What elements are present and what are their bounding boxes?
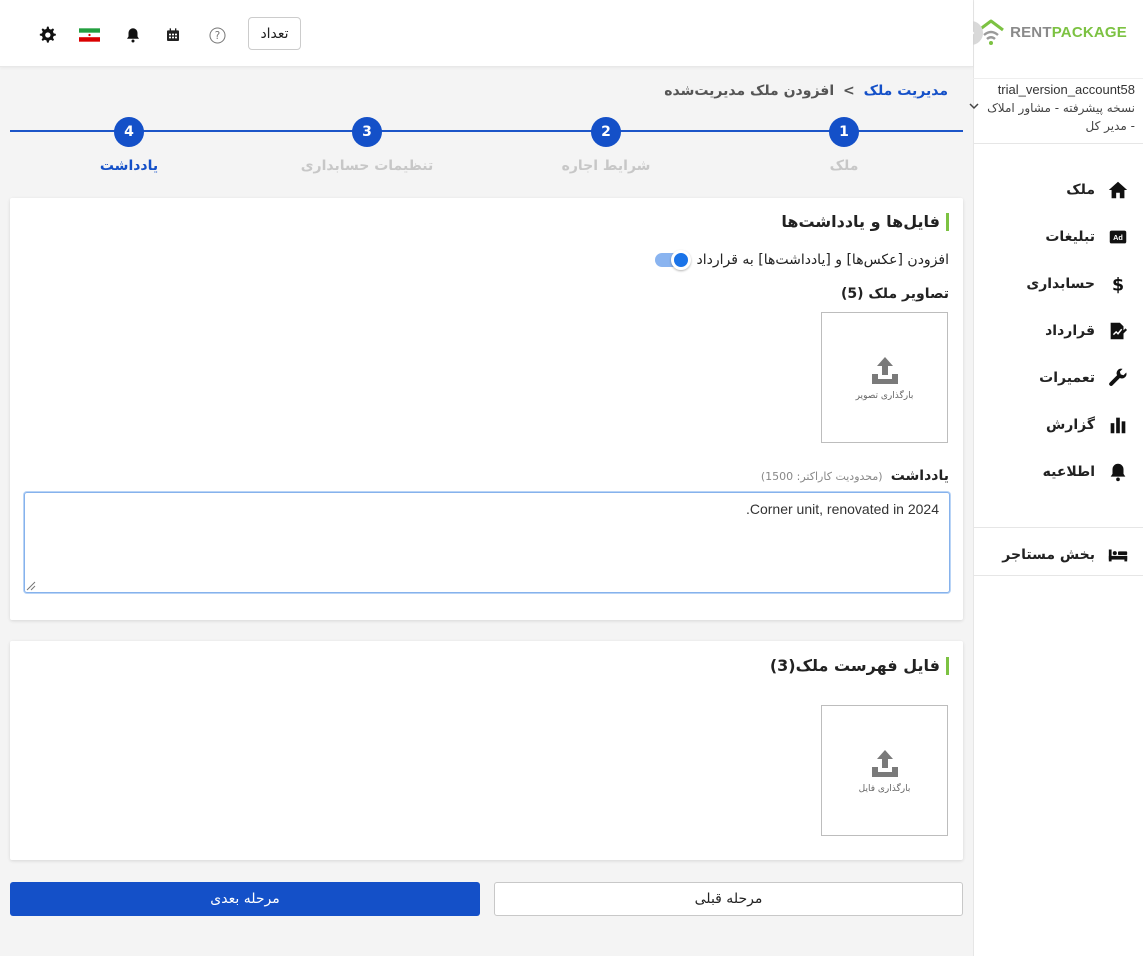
sidebar-item-report[interactable]: گزارش — [973, 401, 1143, 448]
next-step-button[interactable]: مرحله بعدی — [10, 882, 480, 916]
upload-image-button[interactable]: بارگذاری تصویر — [821, 312, 948, 443]
calendar-icon — [167, 28, 179, 41]
wrench-icon — [1109, 368, 1127, 386]
sidebar: RENTPACKAGE trial_version_account58 نسخه… — [959, 0, 1143, 956]
step-1-label: ملک — [829, 158, 859, 174]
files-notes-card: فایل‌ها و یادداشت‌ها افزودن [عکس‌ها] و [… — [10, 198, 963, 620]
step-1-circle[interactable]: 1 — [829, 117, 859, 147]
sidebar-item-label: اطلاعیه — [1042, 463, 1095, 480]
sidebar-item-label: بخش مستاجر — [1002, 546, 1095, 563]
settings-button[interactable] — [36, 24, 58, 46]
bell-icon — [1110, 463, 1126, 481]
sidebar-item-repairs[interactable]: تعمیرات — [973, 354, 1143, 401]
svg-text:Ad: Ad — [1113, 233, 1123, 242]
step-3-circle[interactable]: 3 — [352, 117, 382, 147]
sidebar-item-contract[interactable]: قرارداد — [973, 307, 1143, 354]
step-3-label: تنظیمات حسابداری — [300, 158, 434, 174]
dollar-icon: $ — [1112, 275, 1124, 295]
attach-to-contract-row: افزودن [عکس‌ها] و [یادداشت‌ها] به قراردا… — [654, 250, 950, 270]
attach-to-contract-label: افزودن [عکس‌ها] و [یادداشت‌ها] به قراردا… — [696, 252, 950, 268]
sidebar-tenant-section[interactable]: بخش مستاجر — [973, 531, 1143, 576]
sidebar-item-ads[interactable]: Ad تبلیغات — [973, 213, 1143, 260]
svg-text:$: $ — [1112, 275, 1124, 295]
breadcrumb: مدیریت ملک > افزودن ملک مدیریت‌شده — [664, 83, 948, 99]
upload-icon — [871, 749, 898, 777]
upload-file-label: بارگذاری فایل — [858, 783, 911, 794]
sidebar-item-accounting[interactable]: $ حسابداری — [973, 260, 1143, 307]
sidebar-divider — [973, 527, 1143, 528]
calendar-button[interactable] — [162, 24, 184, 46]
chart-icon — [1110, 417, 1126, 433]
logo-text-rent: RENT — [1010, 23, 1052, 41]
note-char-limit-hint: (محدودیت کاراکتر: 1500) — [760, 470, 883, 483]
count-button[interactable]: تعداد — [248, 17, 301, 50]
gear-icon — [39, 26, 56, 43]
attach-to-contract-toggle[interactable] — [654, 250, 691, 270]
sidebar-item-label: قرارداد — [1045, 322, 1095, 339]
files-notes-title: فایل‌ها و یادداشت‌ها — [781, 213, 949, 231]
top-header: ? تعداد — [0, 0, 973, 67]
breadcrumb-current: افزودن ملک مدیریت‌شده — [664, 83, 835, 99]
sidebar-item-tenant[interactable]: بخش مستاجر — [973, 531, 1143, 578]
contract-icon — [1110, 322, 1128, 339]
iran-flag-icon — [78, 28, 100, 42]
note-label-row: یادداشت (محدودیت کاراکتر: 1500) — [761, 468, 949, 484]
step-4-circle[interactable]: 4 — [114, 117, 144, 147]
toggle-knob — [670, 250, 691, 270]
account-role: نسخه پیشرفته - مشاور املاک - مدیر کل — [987, 101, 1135, 133]
upload-file-button[interactable]: بارگذاری فایل — [821, 705, 948, 836]
note-label: یادداشت — [890, 468, 949, 484]
sidebar-item-label: تعمیرات — [1039, 369, 1095, 386]
sidebar-item-label: ملک — [1066, 181, 1095, 198]
sidebar-item-property[interactable]: ملک — [973, 166, 1143, 213]
sidebar-nav: ملک Ad تبلیغات $ حسابداری قرارداد تعمیرا… — [973, 166, 1143, 495]
help-button[interactable]: ? — [206, 24, 228, 46]
bell-icon — [127, 28, 139, 43]
logo-text-package: PACKAGE — [1051, 23, 1127, 41]
sidebar-item-label: گزارش — [1045, 416, 1095, 433]
breadcrumb-parent-link[interactable]: مدیریت ملک — [864, 83, 948, 99]
resize-grip-icon[interactable] — [26, 581, 36, 591]
chevron-down-icon[interactable] — [967, 99, 981, 113]
step-4-label: یادداشت — [99, 158, 159, 174]
account-username: trial_version_account58 — [997, 82, 1135, 97]
notifications-button[interactable] — [122, 24, 144, 46]
sidebar-item-notices[interactable]: اطلاعیه — [973, 448, 1143, 495]
home-icon — [1108, 181, 1128, 198]
help-icon: ? — [208, 26, 226, 44]
language-flag-button[interactable] — [78, 24, 100, 46]
inventory-file-title: فایل فهرست ملک(3) — [770, 657, 949, 675]
step-2-label: شرایط اجاره — [561, 158, 651, 174]
property-images-label: تصاویر ملک (5) — [841, 286, 949, 302]
account-panel[interactable]: trial_version_account58 نسخه پیشرفته - م… — [969, 78, 1143, 144]
bed-icon — [1108, 549, 1128, 561]
note-textarea[interactable] — [24, 492, 950, 593]
stepper-line — [10, 130, 963, 132]
inventory-file-card: فایل فهرست ملک(3) بارگذاری فایل — [10, 641, 963, 860]
ad-icon: Ad — [1109, 230, 1127, 243]
previous-step-button[interactable]: مرحله قبلی — [494, 882, 963, 916]
rentpackage-logo[interactable]: RENTPACKAGE — [976, 18, 1127, 46]
breadcrumb-separator: > — [843, 83, 855, 99]
upload-image-label: بارگذاری تصویر — [855, 390, 914, 401]
upload-icon — [871, 356, 898, 384]
sidebar-item-label: حسابداری — [1026, 275, 1095, 292]
step-2-circle[interactable]: 2 — [591, 117, 621, 147]
sidebar-item-label: تبلیغات — [1045, 228, 1095, 245]
svg-text:?: ? — [214, 30, 219, 42]
